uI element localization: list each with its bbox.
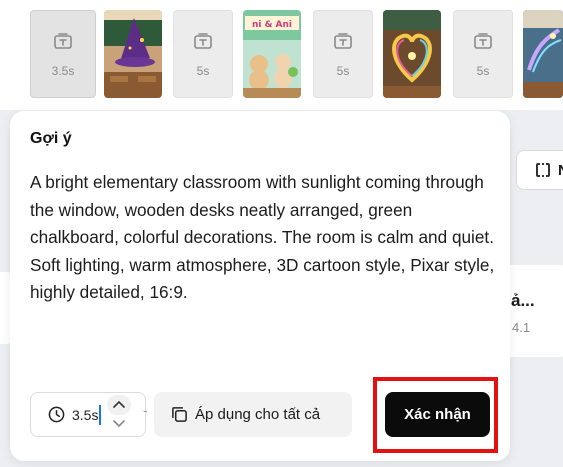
apply-all-label: Áp dụng cho tất cả	[195, 406, 321, 423]
text-box-icon	[194, 33, 212, 49]
duration-input[interactable]: 3.5s	[30, 392, 146, 437]
timeline-text-clip[interactable]: 5s	[173, 10, 233, 98]
classroom-thumbnail	[104, 10, 162, 98]
prompt-text[interactable]: A bright elementary classroom with sunli…	[30, 169, 500, 307]
clip-duration: 5s	[196, 64, 210, 78]
text-box-icon	[334, 33, 352, 49]
chevron-down-icon	[113, 420, 125, 428]
stepper-up-button[interactable]	[107, 395, 131, 415]
highlight-annotation	[373, 377, 498, 453]
duration-value[interactable]: 3.5s	[72, 407, 98, 423]
chevron-up-icon	[113, 400, 125, 408]
magic-classroom-thumbnail	[523, 10, 563, 98]
timeline-strip: 3.5s 5s ni & Ani 5s 5s	[0, 0, 563, 110]
popup-title: Gợi ý	[30, 130, 72, 147]
list-item-title: ả...	[511, 291, 535, 310]
stepper-down-button[interactable]	[107, 415, 131, 435]
animals-classroom-thumbnail: ni & Ani	[243, 10, 301, 98]
timeline-image-clip[interactable]	[104, 10, 162, 98]
sign-text: ni & Ani	[252, 20, 292, 30]
heart-classroom-thumbnail	[383, 10, 441, 98]
apply-all-button[interactable]: Áp dụng cho tất cả	[154, 392, 352, 437]
timeline-text-clip[interactable]: 5s	[453, 10, 513, 98]
frame-button-label: N	[558, 162, 563, 179]
clock-icon	[48, 406, 65, 423]
timeline-image-clip[interactable]	[523, 10, 563, 98]
copy-icon	[172, 407, 187, 422]
text-box-icon	[54, 33, 72, 49]
text-box-icon	[474, 33, 492, 49]
frame-icon	[536, 161, 550, 179]
separator: -	[143, 402, 148, 418]
clip-duration: 5s	[476, 64, 490, 78]
frame-button[interactable]: N	[516, 150, 563, 190]
timeline-image-clip[interactable]: ni & Ani	[243, 10, 301, 98]
timeline-image-clip[interactable]	[383, 10, 441, 98]
clip-duration: 3.5s	[51, 64, 75, 78]
text-caret	[99, 405, 101, 425]
timeline-text-clip[interactable]: 5s	[313, 10, 373, 98]
timeline-text-clip[interactable]: 3.5s	[30, 10, 96, 98]
list-item-subtitle: 4.1	[512, 320, 531, 335]
clip-duration: 5s	[336, 64, 350, 78]
